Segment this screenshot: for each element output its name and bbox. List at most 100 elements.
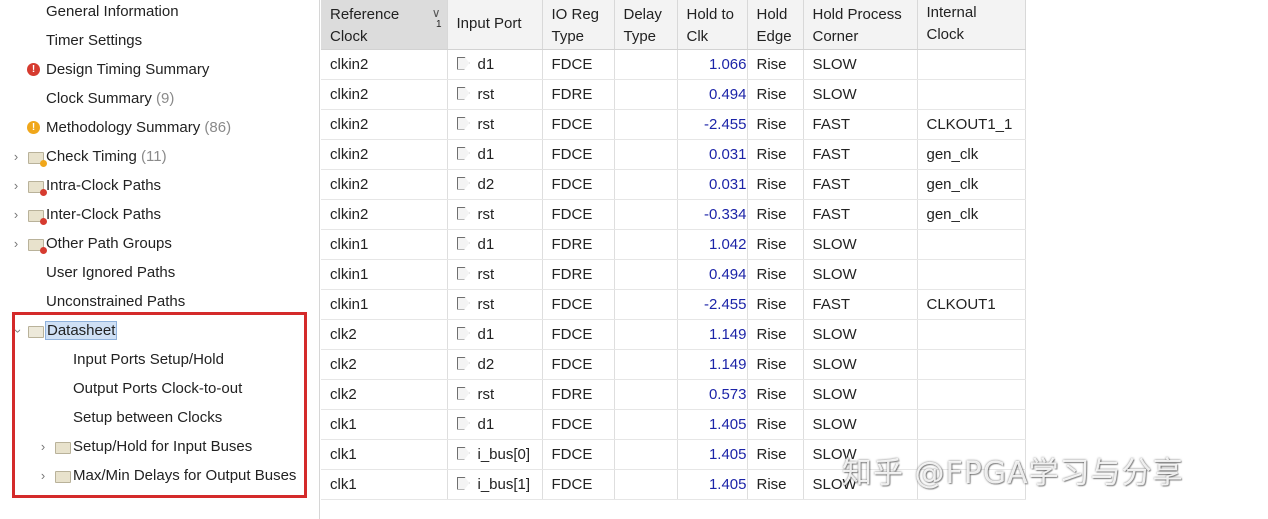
cell-hold-to-clk: -2.455 (677, 109, 748, 140)
cell-hold-edge-text: Rise (756, 385, 787, 403)
tree-item-methodology-summary[interactable]: Methodology Summary (86) (46, 116, 231, 140)
tree-item-check-timing[interactable]: Check Timing (11) (46, 145, 167, 169)
column-header-reference-clock[interactable]: Reference Clock ∨ 1 (321, 0, 448, 50)
input-port-icon (456, 176, 470, 190)
tree-item-label: Timer Settings (46, 32, 143, 49)
table-row[interactable]: clkin2 rst FDCE -2.455 Rise FAST CLKOUT1_1 (321, 109, 1026, 140)
warning-icon: ! (27, 121, 40, 134)
table-row[interactable]: clkin2 d1 FDCE 0.031 Rise FAST gen_clk (321, 139, 1026, 170)
cell-hold-process-corner-text: SLOW (812, 385, 857, 403)
cell-delay-type (614, 49, 678, 80)
chevron-right-icon[interactable]: › (11, 232, 21, 256)
table-row[interactable]: clkin2 rst FDCE -0.334 Rise FAST gen_clk (321, 199, 1026, 230)
cell-hold-edge: Rise (747, 469, 804, 500)
cell-hold-edge-text: Rise (756, 115, 787, 133)
column-header-label: IO Reg Type (551, 6, 600, 45)
cell-hold-edge: Rise (747, 409, 804, 440)
table-row[interactable]: clkin1 rst FDRE 0.494 Rise SLOW (321, 259, 1026, 290)
cell-hold-process-corner: FAST (803, 289, 918, 320)
chevron-right-icon[interactable]: › (11, 145, 21, 169)
tree-item-timer-settings[interactable]: Timer Settings (46, 29, 142, 53)
input-port-icon (456, 356, 470, 370)
table-row[interactable]: clk2 d1 FDCE 1.149 Rise SLOW (321, 319, 1026, 350)
cell-hold-to-clk: 0.031 (677, 169, 748, 200)
cell-hold-to-clk-text: -2.455 (703, 295, 747, 313)
column-header-io-reg-type[interactable]: IO Reg Type (542, 0, 615, 50)
cell-io-reg-type: FDCE (542, 289, 615, 320)
table-row[interactable]: clk2 rst FDRE 0.573 Rise SLOW (321, 379, 1026, 410)
cell-hold-to-clk-text: 1.066 (708, 55, 747, 73)
cell-reference-clock: clk2 (321, 319, 448, 350)
folder-warning-icon (28, 152, 47, 167)
tree-item-user-ignored-paths[interactable]: User Ignored Paths (46, 261, 175, 285)
chevron-right-icon[interactable]: › (11, 174, 21, 198)
cell-reference-clock: clkin2 (321, 139, 448, 170)
cell-delay-type (614, 229, 678, 260)
column-header-hold-edge[interactable]: Hold Edge (747, 0, 804, 50)
cell-hold-to-clk-text: 1.405 (708, 445, 747, 463)
cell-hold-edge-text: Rise (756, 145, 787, 163)
cell-io-reg-type-text: FDCE (551, 325, 593, 343)
column-header-internal-clock[interactable]: Internal Clock (917, 0, 1026, 50)
tree-item-design-timing-summary[interactable]: Design Timing Summary (46, 58, 209, 82)
tree-item-other-path-groups[interactable]: Other Path Groups (46, 232, 172, 256)
cell-io-reg-type-text: FDRE (551, 85, 593, 103)
cell-hold-process-corner: SLOW (803, 409, 918, 440)
cell-io-reg-type: FDCE (542, 199, 615, 230)
cell-hold-edge: Rise (747, 199, 804, 230)
column-header-hold-process-corner[interactable]: Hold Process Corner (803, 0, 918, 50)
cell-input-port: d2 (447, 169, 543, 200)
column-header-delay-type[interactable]: Delay Type (614, 0, 678, 50)
cell-io-reg-type: FDRE (542, 229, 615, 260)
column-header-input-port[interactable]: Input Port (447, 0, 543, 50)
cell-delay-type (614, 319, 678, 350)
cell-internal-clock: gen_clk (917, 199, 1026, 230)
input-port-icon (456, 266, 470, 280)
cell-hold-edge-text: Rise (756, 325, 787, 343)
cell-input-port: d1 (447, 229, 543, 260)
cell-io-reg-type-text: FDCE (551, 445, 593, 463)
cell-hold-to-clk: 1.405 (677, 469, 748, 500)
tree-item-clock-summary[interactable]: Clock Summary (9) (46, 87, 174, 111)
cell-hold-edge-text: Rise (756, 205, 787, 223)
chevron-right-icon[interactable]: › (11, 203, 21, 227)
table-header-row: Reference Clock ∨ 1 Input Port IO Reg Ty… (321, 0, 1026, 50)
cell-hold-edge: Rise (747, 49, 804, 80)
cell-internal-clock: gen_clk (917, 139, 1026, 170)
cell-delay-type (614, 169, 678, 200)
cell-hold-process-corner: FAST (803, 109, 918, 140)
cell-reference-clock-text: clkin2 (330, 145, 369, 163)
cell-input-port-text: rst (477, 115, 495, 133)
cell-hold-to-clk-text: 0.031 (708, 145, 747, 163)
tree-item-intra-clock-paths[interactable]: Intra-Clock Paths (46, 174, 161, 198)
table-row[interactable]: clkin2 d2 FDCE 0.031 Rise FAST gen_clk (321, 169, 1026, 200)
cell-hold-to-clk-text: 1.405 (708, 475, 747, 493)
cell-input-port: d2 (447, 349, 543, 380)
cell-hold-edge-text: Rise (756, 355, 787, 373)
table-row[interactable]: clkin2 rst FDRE 0.494 Rise SLOW (321, 79, 1026, 110)
cell-io-reg-type: FDCE (542, 169, 615, 200)
table-row[interactable]: clkin1 d1 FDRE 1.042 Rise SLOW (321, 229, 1026, 260)
table-row[interactable]: clkin1 rst FDCE -2.455 Rise FAST CLKOUT1 (321, 289, 1026, 320)
cell-io-reg-type-text: FDRE (551, 235, 593, 253)
column-header-label: Delay Type (623, 6, 662, 45)
cell-input-port: i_bus[0] (447, 439, 543, 470)
cell-reference-clock-text: clk1 (330, 475, 357, 493)
cell-internal-clock-text: gen_clk (926, 175, 979, 193)
table-row[interactable]: clk2 d2 FDCE 1.149 Rise SLOW (321, 349, 1026, 380)
tree-item-unconstrained-paths[interactable]: Unconstrained Paths (46, 290, 185, 314)
table-row[interactable]: clkin2 d1 FDCE 1.066 Rise SLOW (321, 49, 1026, 80)
table-row[interactable]: clk1 d1 FDCE 1.405 Rise SLOW (321, 409, 1026, 440)
cell-hold-process-corner: SLOW (803, 79, 918, 110)
cell-reference-clock-text: clkin1 (330, 235, 369, 253)
tree-item-inter-clock-paths[interactable]: Inter-Clock Paths (46, 203, 161, 227)
cell-io-reg-type: FDRE (542, 79, 615, 110)
cell-internal-clock (917, 409, 1026, 440)
tree-item-general-information[interactable]: General Information (46, 0, 179, 24)
sort-index: 1 (435, 19, 442, 30)
cell-input-port-text: d1 (477, 325, 495, 343)
cell-hold-edge-text: Rise (756, 475, 787, 493)
column-header-hold-to-clk[interactable]: Hold to Clk (677, 0, 748, 50)
cell-reference-clock: clk1 (321, 409, 448, 440)
input-port-icon (456, 146, 470, 160)
